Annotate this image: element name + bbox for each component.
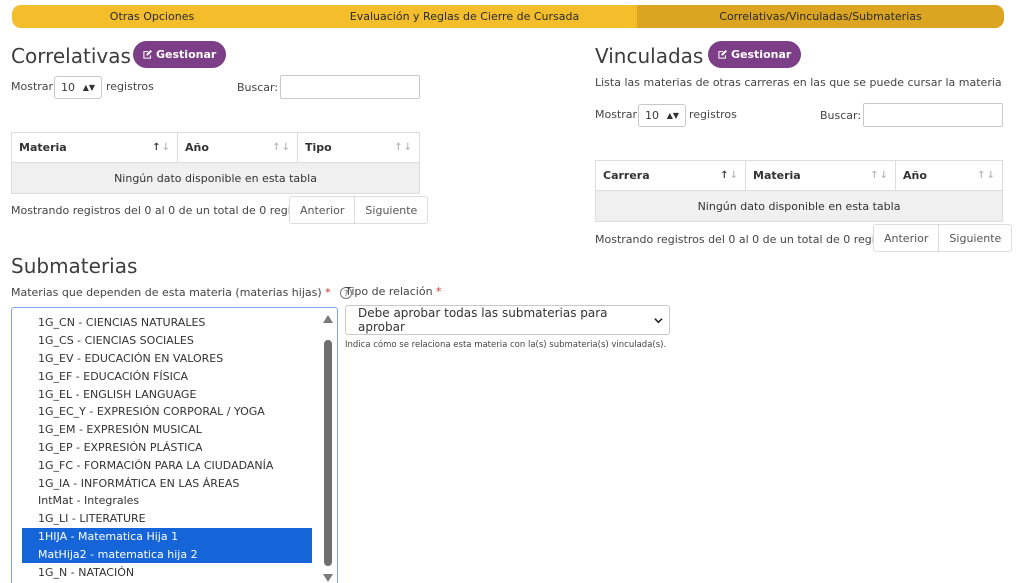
vinculadas-search-label: Buscar: — [820, 109, 862, 122]
sort-asc-icon: ↑↓ — [152, 142, 171, 153]
listbox-option[interactable]: 1G_FC - FORMACIÓN PARA LA CIUDADANÍA — [22, 456, 312, 474]
submaterias-listbox[interactable]: 1G_CN - CIENCIAS NATURALES 1G_CS - CIENCI… — [11, 307, 338, 583]
vinculadas-manage-label: Gestionar — [731, 48, 792, 61]
correlativas-search-input[interactable] — [280, 75, 420, 99]
listbox-option[interactable]: 1G_IA - INFORMÁTICA EN LAS ÁREAS — [22, 474, 312, 492]
vinculadas-description: Lista las materias de otras carreras en … — [595, 76, 1002, 89]
listbox-option[interactable]: 1G_N - NATACIÓN — [22, 563, 312, 581]
correlativas-search-label: Buscar: — [237, 81, 279, 94]
listbox-option[interactable]: 1G_CS - CIENCIAS SOCIALES — [22, 332, 312, 350]
col-materia[interactable]: Materia ↑↓ — [746, 161, 896, 190]
edit-icon — [718, 50, 727, 59]
listbox-option[interactable]: 1G_EV - EDUCACIÓN EN VALORES — [22, 350, 312, 368]
vinculadas-prev-button[interactable]: Anterior — [874, 225, 938, 251]
vinculadas-page-size-value: 10 — [645, 109, 659, 122]
correlativas-show-label: Mostrar — [11, 80, 54, 93]
listbox-option[interactable]: 1G_EM - EXPRESIÓN MUSICAL — [22, 421, 312, 439]
option-list: 1G_CN - CIENCIAS NATURALES 1G_CS - CIENCI… — [22, 314, 312, 581]
col-tipo[interactable]: Tipo ↑↓ — [298, 133, 419, 162]
relation-type-select[interactable]: Debe aprobar todas las submaterias para … — [345, 305, 670, 335]
correlativas-records-label: registros — [106, 80, 154, 93]
col-materia-label: Materia — [753, 169, 801, 182]
tab-otras-opciones[interactable]: Otras Opciones — [12, 5, 292, 28]
relation-label: Tipo de relación — [345, 285, 433, 298]
relation-help-text: Indica cómo se relaciona esta materia co… — [345, 340, 667, 350]
listbox-option[interactable]: IntMat - Integrales — [22, 492, 312, 510]
correlativas-title: Correlativas — [11, 44, 131, 68]
col-anio-label: Año — [903, 169, 927, 182]
listbox-option[interactable]: 1G_LI - LITERATURE — [22, 510, 312, 528]
col-anio[interactable]: Año ↑↓ — [896, 161, 1002, 190]
correlativas-page-size-value: 10 — [61, 81, 75, 94]
vinculadas-info: Mostrando registros del 0 al 0 de un tot… — [595, 233, 873, 246]
tab-bar: Otras Opciones Evaluación y Reglas de Ci… — [12, 5, 1004, 28]
col-materia-label: Materia — [19, 141, 67, 154]
vinculadas-records-label: registros — [689, 108, 737, 121]
correlativas-manage-button[interactable]: Gestionar — [133, 41, 227, 68]
scroll-thumb[interactable] — [324, 340, 332, 566]
sort-icon: ↑↓ — [977, 170, 996, 181]
listbox-option[interactable]: 1G_EF - EDUCACIÓN FÍSICA — [22, 367, 312, 385]
vinculadas-pagination: Anterior Siguiente — [873, 224, 1013, 252]
correlativas-manage-label: Gestionar — [156, 48, 217, 61]
edit-icon — [143, 50, 152, 59]
correlativas-table: Materia ↑↓ Año ↑↓ Tipo ↑↓ Ningún dato dispo… — [11, 132, 420, 194]
col-tipo-label: Tipo — [305, 141, 332, 154]
correlativas-pagination: Anterior Siguiente — [289, 196, 429, 224]
vinculadas-show-label: Mostrar — [595, 108, 638, 121]
col-anio[interactable]: Año ↑↓ — [178, 133, 298, 162]
relation-type-value: Debe aprobar todas las submaterias para … — [358, 306, 608, 334]
vinculadas-page-size-select[interactable]: 10 ▲▼ — [638, 104, 686, 127]
vinculadas-title: Vinculadas — [595, 44, 704, 68]
correlativas-page-size-select[interactable]: 10 ▲▼ — [54, 76, 102, 99]
listbox-option[interactable]: 1G_EP - EXPRESIÓN PLÁSTICA — [22, 439, 312, 457]
correlativas-prev-button[interactable]: Anterior — [290, 197, 354, 223]
sort-icon: ↑↓ — [272, 142, 291, 153]
sort-icon: ↑↓ — [870, 170, 889, 181]
table-header: Materia ↑↓ Año ↑↓ Tipo ↑↓ — [12, 133, 419, 163]
vinculadas-manage-button[interactable]: Gestionar — [708, 41, 802, 68]
table-header: Carrera ↑↓ Materia ↑↓ Año ↑↓ — [596, 161, 1002, 191]
vinculadas-next-button[interactable]: Siguiente — [938, 225, 1011, 251]
scroll-down-icon[interactable] — [323, 574, 333, 582]
empty-row: Ningún dato disponible en esta tabla — [596, 191, 1002, 221]
col-carrera[interactable]: Carrera ↑↓ — [596, 161, 746, 190]
scroll-up-icon[interactable] — [323, 315, 333, 323]
tab-evaluacion-reglas[interactable]: Evaluación y Reglas de Cierre de Cursada — [292, 5, 637, 28]
updown-caret-icon: ▲▼ — [82, 83, 95, 92]
chevron-down-icon — [654, 317, 663, 323]
listbox-option[interactable]: 1HIJA - Matematica Hija 1 — [22, 527, 312, 546]
tab-correlativas-vinculadas[interactable]: Correlativas/Vinculadas/Submaterias — [637, 5, 1004, 28]
col-carrera-label: Carrera — [603, 169, 650, 182]
submaterias-title: Submaterias — [11, 254, 138, 278]
vinculadas-search-input[interactable] — [863, 103, 1003, 127]
submaterias-list-label: Materias que dependen de esta materia (m… — [11, 286, 322, 299]
required-mark: * — [436, 285, 442, 298]
listbox-option[interactable]: 1G_EC_Y - EXPRESIÓN CORPORAL / YOGA — [22, 403, 312, 421]
correlativas-next-button[interactable]: Siguiente — [354, 197, 427, 223]
relation-label-wrap: Tipo de relación * — [345, 285, 442, 298]
sort-asc-icon: ↑↓ — [720, 170, 739, 181]
sort-icon: ↑↓ — [394, 142, 413, 153]
listbox-option[interactable]: MatHija2 - matematica hija 2 — [22, 545, 312, 564]
correlativas-info: Mostrando registros del 0 al 0 de un tot… — [11, 204, 289, 217]
required-mark: * — [325, 286, 331, 299]
listbox-option[interactable]: 1G_CN - CIENCIAS NATURALES — [22, 314, 312, 332]
submaterias-list-label-wrap: Materias que dependen de esta materia (m… — [11, 286, 353, 299]
listbox-scrollbar[interactable] — [321, 310, 335, 583]
updown-caret-icon: ▲▼ — [666, 111, 679, 120]
empty-row: Ningún dato disponible en esta tabla — [12, 163, 419, 193]
vinculadas-table: Carrera ↑↓ Materia ↑↓ Año ↑↓ Ningún dato di… — [595, 160, 1003, 222]
col-anio-label: Año — [185, 141, 209, 154]
listbox-option[interactable]: 1G_EL - ENGLISH LANGUAGE — [22, 385, 312, 403]
col-materia[interactable]: Materia ↑↓ — [12, 133, 178, 162]
